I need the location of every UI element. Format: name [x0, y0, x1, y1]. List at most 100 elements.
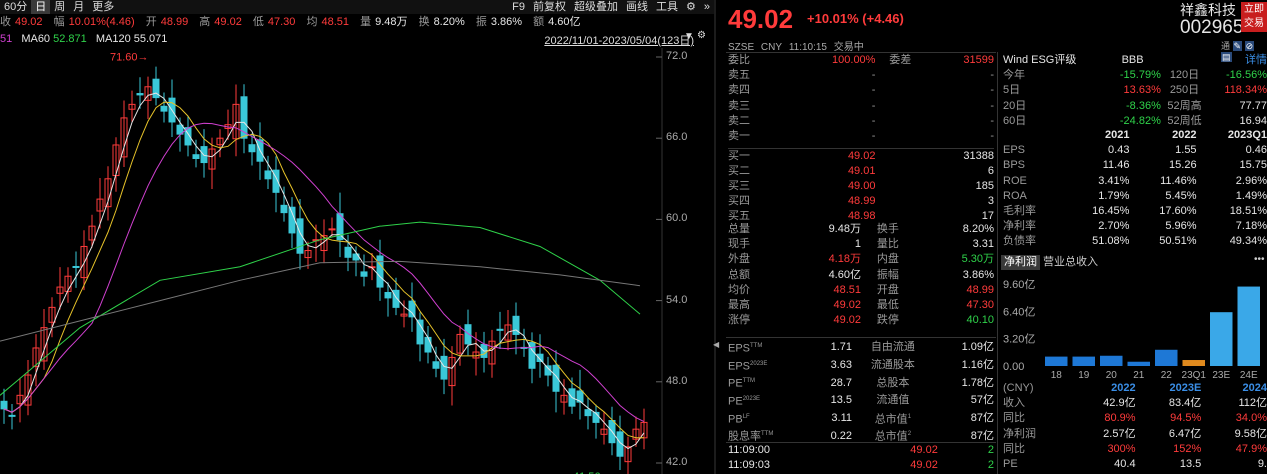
dropdown-triangle-icon[interactable]: ▼ [684, 31, 694, 42]
forecast-value: 47.9% [1235, 442, 1267, 455]
valuation-row: EPS2023E 3.63 流通股本 1.16亿 [728, 357, 994, 375]
bar [1210, 312, 1233, 366]
stat-value: 49.02 [833, 299, 861, 312]
adjust-button[interactable]: 前复权 [529, 0, 570, 14]
bid-vol: 185 [975, 179, 994, 192]
forecast-year: 2022 [1111, 382, 1136, 395]
range-label: 幅 [53, 16, 65, 28]
bid-row: 买一 49.02 31388 [728, 148, 994, 164]
spacer [875, 129, 925, 144]
quote-summary-line: 收 49.02 幅 10.01%(4.46) 开 48.99 高 49.02 低 47.3… [0, 15, 581, 29]
kline-chart-pane[interactable]: 60分 日 周 月 更多 F9 前复权 超级叠加 画线 工具 ⚙ » 收 49.0… [0, 0, 714, 474]
stat-value: 3.86% [962, 268, 994, 281]
forecast-value: 40.4 [1114, 458, 1136, 471]
candle-body [384, 291, 392, 299]
settings-small-icon[interactable]: ⚙ [697, 30, 706, 41]
stat-row: 总额 4.60亿 振幅 3.86% [728, 268, 994, 283]
fin-row: 负债率 51.08% 50.51% 49.34% [1003, 234, 1267, 249]
esg-perf-table: Wind ESG评级 BBB 详情 今年 -15.79% 120日 -16.56% 5日 13.… [1003, 53, 1267, 129]
valuation-label: EPS2023E [728, 360, 768, 373]
stat-value: 4.18万 [828, 253, 861, 266]
low-value: 47.30 [267, 16, 296, 28]
ask-row: 卖四 - - [728, 83, 994, 98]
draw-line-button[interactable]: 画线 [622, 0, 652, 14]
bid-label: 买四 [728, 195, 750, 208]
candle-body [72, 265, 80, 268]
pane-divider[interactable] [714, 0, 716, 474]
tools-button[interactable]: 工具 [652, 0, 682, 14]
candle-body [584, 409, 592, 417]
stat-row: 现手 1 量比 3.31 [728, 237, 994, 252]
tab-net-profit[interactable]: 净利润 [1001, 255, 1040, 270]
diff-label: 委差 [889, 54, 912, 67]
tick-row: 11:09:00 49.02 2 [728, 443, 994, 458]
link-icon[interactable]: ⊘ [1244, 41, 1255, 51]
esg-detail-link[interactable]: 详情 [1208, 53, 1267, 68]
stat-value: 4.60亿 [828, 268, 861, 281]
stat-label: 跌停 [876, 314, 899, 327]
candle-body [464, 324, 472, 345]
bar-x-tick: 18 [1051, 370, 1063, 381]
ask-row: 卖五 - - [728, 68, 994, 83]
valuation-value2: 1.16亿 [961, 358, 994, 371]
kline-plot[interactable]: 71.60→41.56→ [0, 48, 714, 474]
bid-label: 买一 [728, 149, 750, 162]
stat-value: 9.48万 [828, 223, 861, 236]
date-range[interactable]: 2022/11/01-2023/05/04(123日) [544, 32, 694, 48]
candle-body [264, 170, 272, 180]
amp-value: 3.86% [490, 16, 523, 28]
financial-table: 2021 2022 2023Q1 EPS 0.43 1.55 0.46 BPS 11.46 15.… [1003, 128, 1267, 250]
fin-value: 1.79% [1098, 189, 1130, 202]
perf-value2: 118.34% [1224, 84, 1267, 97]
valuation-value: 3.63 [830, 358, 852, 371]
period-week[interactable]: 周 [50, 0, 69, 14]
more-dots-icon[interactable]: ••• [1254, 254, 1265, 265]
bar [1045, 356, 1068, 366]
settings-icon[interactable]: ⚙ [682, 0, 700, 14]
edit-icon[interactable]: ✎ [1232, 41, 1243, 51]
ma60-label: MA60 [21, 33, 51, 45]
bar-x-tick: 19 [1078, 370, 1090, 381]
period-day[interactable]: 日 [31, 0, 51, 14]
ma60-line [0, 221, 641, 396]
ma10-line [3, 101, 644, 439]
expand-more-icon[interactable]: » [700, 0, 714, 14]
perf-value2: -16.56% [1226, 69, 1267, 82]
overlay-button[interactable]: 超级叠加 [570, 0, 622, 14]
tong-label: 通 [1221, 41, 1231, 51]
collapse-handle-icon[interactable]: ◀ [713, 340, 719, 349]
fin-value: 17.60% [1159, 205, 1197, 218]
avg-value: 48.51 [321, 16, 350, 28]
valuation-label: PE2023E [728, 395, 761, 408]
amp-label: 振 [475, 16, 487, 28]
forecast-value: 9.58亿 [1234, 427, 1267, 440]
fin-year: 2021 [1104, 129, 1130, 142]
tick-price: 49.02 [910, 444, 938, 457]
tab-revenue[interactable]: 营业总收入 [1040, 255, 1101, 270]
valuation-label2: 流通股本 [870, 358, 915, 371]
trade-now-button[interactable]: 立即 交易 [1241, 2, 1267, 32]
turn-label: 换 [418, 16, 430, 28]
ask-price: - [871, 69, 876, 82]
open-value: 48.99 [160, 16, 189, 28]
forecast-row: PE 40.4 13.5 9. [1003, 457, 1267, 472]
fin-value: 5.96% [1165, 220, 1197, 233]
esg-rating: BBB [1121, 54, 1144, 67]
period-month[interactable]: 月 [69, 0, 88, 14]
diff-value: 31599 [963, 54, 994, 67]
period-60min[interactable]: 60分 [0, 0, 31, 14]
spacer [875, 179, 925, 194]
period-more[interactable]: 更多 [88, 0, 118, 14]
forecast-row: 收入 42.9亿 83.4亿 112亿 [1003, 396, 1267, 411]
perf-value2: 77.77 [1239, 99, 1267, 112]
bid-label: 买三 [728, 179, 750, 192]
f9-button[interactable]: F9 [508, 0, 529, 14]
bar-x-tick: 23E [1212, 370, 1230, 381]
fin-row: ROA 1.79% 5.45% 1.49% [1003, 189, 1267, 204]
bid-vol: 6 [987, 164, 994, 177]
stat-label: 均价 [728, 283, 750, 296]
tick-vol: 2 [987, 459, 994, 472]
ask-price: - [871, 99, 876, 112]
high-value: 49.02 [214, 16, 242, 28]
candle-body [360, 271, 368, 277]
